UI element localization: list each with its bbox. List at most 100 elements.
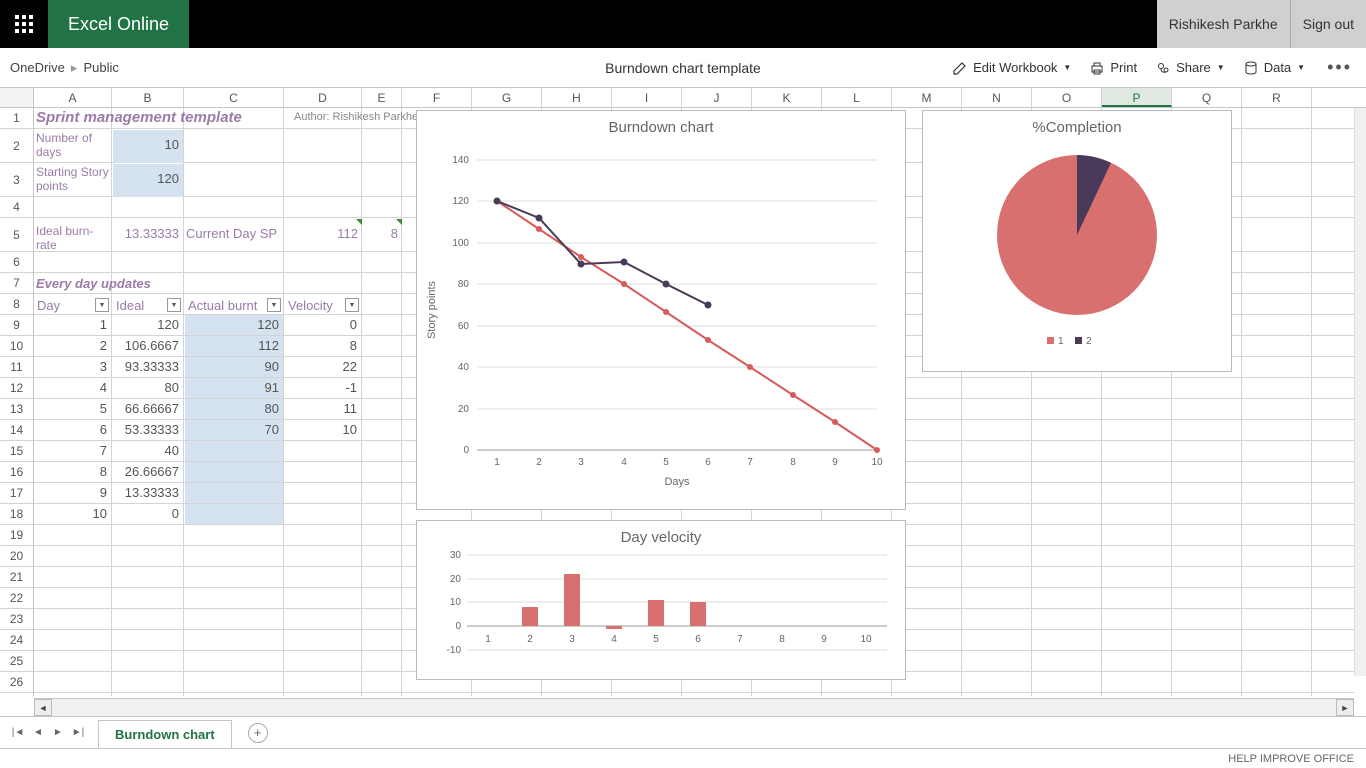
column-header-J[interactable]: J (682, 88, 752, 107)
more-button[interactable]: ••• (1323, 57, 1356, 78)
row-header-7[interactable]: 7 (0, 273, 33, 294)
burndown-chart-svg: 020406080100120140 12345678910 Days Stor… (417, 140, 905, 505)
row-header-3[interactable]: 3 (0, 163, 33, 197)
row-header-17[interactable]: 17 (0, 483, 33, 504)
column-header-M[interactable]: M (892, 88, 962, 107)
table-cell (185, 504, 283, 524)
row-header-5[interactable]: 5 (0, 218, 33, 252)
table-cell: 7 (35, 441, 111, 461)
svg-text:7: 7 (737, 634, 743, 645)
completion-pie-chart[interactable]: %Completion 1 2 (922, 110, 1232, 372)
column-header-A[interactable]: A (34, 88, 112, 107)
row-header-9[interactable]: 9 (0, 315, 33, 336)
tab-nav-next[interactable]: ► (48, 727, 68, 738)
edit-workbook-button[interactable]: Edit Workbook▼ (952, 60, 1071, 76)
vertical-scrollbar[interactable] (1354, 108, 1366, 676)
table-cell: 10 (35, 504, 111, 524)
data-button[interactable]: Data▼ (1243, 60, 1305, 76)
svg-text:100: 100 (452, 238, 469, 249)
table-cell: 112 (185, 336, 283, 356)
app-header: Excel Online Rishikesh Parkhe Sign out (0, 0, 1366, 48)
row-header-13[interactable]: 13 (0, 399, 33, 420)
row-header-14[interactable]: 14 (0, 420, 33, 441)
row-header-2[interactable]: 2 (0, 129, 33, 163)
row-header-23[interactable]: 23 (0, 609, 33, 630)
tab-nav-last[interactable]: ►| (68, 727, 88, 738)
row-header-24[interactable]: 24 (0, 630, 33, 651)
column-header-Q[interactable]: Q (1172, 88, 1242, 107)
filter-button[interactable]: ▼ (345, 298, 359, 312)
svg-text:8: 8 (790, 457, 796, 468)
row-header-22[interactable]: 22 (0, 588, 33, 609)
tab-nav-first[interactable]: |◄ (8, 727, 28, 738)
table-cell: 10 (285, 420, 361, 440)
column-header-R[interactable]: R (1242, 88, 1312, 107)
num-days-label: Number of days (36, 131, 112, 159)
column-header-H[interactable]: H (542, 88, 612, 107)
row-header-25[interactable]: 25 (0, 651, 33, 672)
row-header-4[interactable]: 4 (0, 197, 33, 218)
column-header-O[interactable]: O (1032, 88, 1102, 107)
column-header-L[interactable]: L (822, 88, 892, 107)
column-header-G[interactable]: G (472, 88, 542, 107)
tab-nav-prev[interactable]: ◄ (28, 727, 48, 738)
column-header-K[interactable]: K (752, 88, 822, 107)
row-header-10[interactable]: 10 (0, 336, 33, 357)
svg-text:2: 2 (527, 634, 533, 645)
column-header-B[interactable]: B (112, 88, 184, 107)
svg-text:-10: -10 (447, 645, 462, 656)
row-header-1[interactable]: 1 (0, 108, 33, 129)
column-header-I[interactable]: I (612, 88, 682, 107)
column-header-E[interactable]: E (362, 88, 402, 107)
scroll-left-button[interactable]: ◄ (34, 699, 52, 716)
filter-button[interactable]: ▼ (267, 298, 281, 312)
sheet-tab-active[interactable]: Burndown chart (98, 720, 232, 748)
app-launcher-button[interactable] (0, 0, 48, 48)
row-header-15[interactable]: 15 (0, 441, 33, 462)
updates-section-header: Every day updates (36, 276, 151, 291)
row-header-12[interactable]: 12 (0, 378, 33, 399)
print-button[interactable]: Print (1089, 60, 1137, 76)
table-cell: 66.66667 (113, 399, 183, 419)
select-all-corner[interactable] (0, 88, 34, 107)
breadcrumb-folder[interactable]: Public (83, 60, 118, 75)
burndown-chart[interactable]: Burndown chart 020406080100120140 123456… (416, 110, 906, 510)
velocity-bar-chart[interactable]: Day velocity -100102030 12345678910 (416, 520, 906, 680)
row-header-21[interactable]: 21 (0, 567, 33, 588)
row-header-27[interactable]: 27 (0, 693, 33, 696)
svg-text:6: 6 (705, 457, 711, 468)
column-header-C[interactable]: C (184, 88, 284, 107)
column-header-P[interactable]: P (1102, 88, 1172, 107)
filter-button[interactable]: ▼ (95, 298, 109, 312)
row-header-20[interactable]: 20 (0, 546, 33, 567)
horizontal-scrollbar[interactable]: ◄ ► (34, 698, 1354, 716)
row-header-19[interactable]: 19 (0, 525, 33, 546)
row-header-11[interactable]: 11 (0, 357, 33, 378)
breadcrumb-root[interactable]: OneDrive (10, 60, 65, 75)
table-cell: -1 (285, 378, 361, 398)
filter-button[interactable]: ▼ (167, 298, 181, 312)
table-cell: 4 (35, 378, 111, 398)
share-button[interactable]: Share▼ (1155, 60, 1225, 76)
table-cell: 22 (285, 357, 361, 377)
user-menu-button[interactable]: Rishikesh Parkhe (1157, 0, 1290, 48)
signout-button[interactable]: Sign out (1290, 0, 1366, 48)
row-header-26[interactable]: 26 (0, 672, 33, 693)
row-header-18[interactable]: 18 (0, 504, 33, 525)
num-days-value: 10 (113, 130, 183, 163)
row-header-6[interactable]: 6 (0, 252, 33, 273)
column-header-D[interactable]: D (284, 88, 362, 107)
help-improve-link[interactable]: HELP IMPROVE OFFICE (1228, 753, 1354, 765)
chart-title: Day velocity (417, 521, 905, 550)
column-header-F[interactable]: F (402, 88, 472, 107)
sheet-tabs-bar: |◄ ◄ ► ►| Burndown chart + (0, 716, 1366, 748)
svg-text:8: 8 (779, 634, 785, 645)
row-header-8[interactable]: 8 (0, 294, 33, 315)
scroll-right-button[interactable]: ► (1336, 699, 1354, 716)
row-header-16[interactable]: 16 (0, 462, 33, 483)
column-header-N[interactable]: N (962, 88, 1032, 107)
add-sheet-button[interactable]: + (248, 723, 268, 743)
data-icon (1243, 60, 1259, 76)
table-cell: 93.33333 (113, 357, 183, 377)
cells-area[interactable]: Sprint management template Author: Rishi… (34, 108, 1366, 696)
